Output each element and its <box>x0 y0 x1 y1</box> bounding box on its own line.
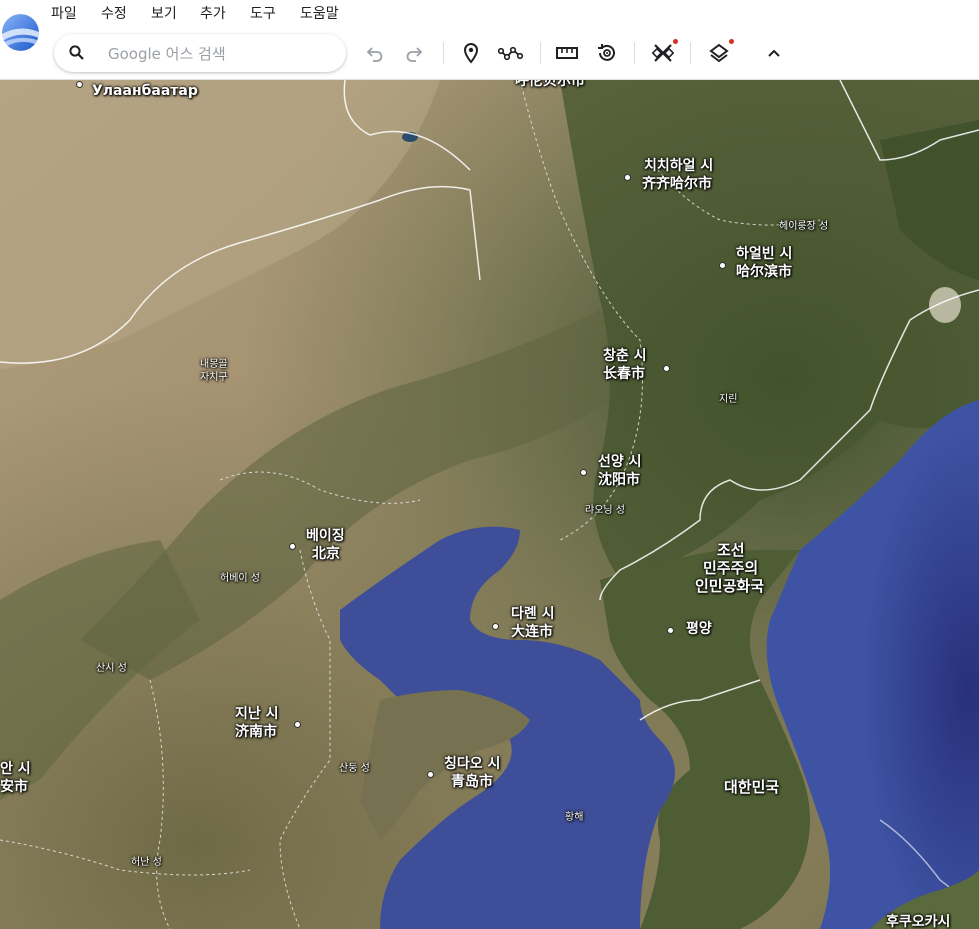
city-dot <box>624 174 631 181</box>
redo-button[interactable] <box>400 39 428 67</box>
label-hulunbuir: 呼伦贝尔市 <box>515 80 585 89</box>
toolbar-divider <box>690 42 691 64</box>
label-dalian-ko: 다롄 시 <box>511 606 555 622</box>
menu-add[interactable]: 추가 <box>200 3 226 23</box>
menu-view[interactable]: 보기 <box>151 3 177 23</box>
city-dot <box>427 771 434 778</box>
satellite-map[interactable]: Улаанбаатар 呼伦贝尔市 치치하얼 시 齐齐哈尔市 헤이룽장 성 하얼… <box>0 80 979 929</box>
satellite-tool-icon <box>652 44 674 62</box>
label-dprk-1: 조선 <box>717 541 745 559</box>
label-shenyang-zh: 沈阳市 <box>598 472 640 488</box>
search-box[interactable] <box>54 34 346 72</box>
notification-dot <box>729 39 734 44</box>
city-dot <box>663 365 670 372</box>
label-ulaanbaatar: Улаанбаатар <box>92 83 198 99</box>
label-beijing-ko: 베이징 <box>306 528 345 544</box>
city-dot <box>289 543 296 550</box>
label-jinan-zh: 济南市 <box>235 724 277 740</box>
toolbar-divider <box>634 42 635 64</box>
label-jilin: 지린 <box>719 394 738 405</box>
menu-help[interactable]: 도움말 <box>300 3 339 23</box>
label-dalian-zh: 大连市 <box>511 624 553 640</box>
label-beijing-zh: 北京 <box>312 546 340 562</box>
google-earth-logo[interactable] <box>2 14 39 51</box>
history-icon <box>598 44 615 61</box>
city-dot <box>667 627 674 634</box>
label-qingdao-ko: 칭다오 시 <box>444 756 501 772</box>
search-icon <box>68 44 86 62</box>
city-dot <box>580 469 587 476</box>
city-dot <box>294 721 301 728</box>
label-jinan-ko: 지난 시 <box>235 706 279 722</box>
city-dot <box>719 262 726 269</box>
label-pyongyang: 평양 <box>686 621 712 637</box>
label-innermongolia-1: 내몽골 <box>200 359 228 370</box>
label-qiqihar-ko: 치치하얼 시 <box>644 158 714 174</box>
notification-dot <box>673 39 678 44</box>
label-henan: 허난 성 <box>131 857 162 868</box>
label-fukuoka: 후쿠오카시 <box>886 914 951 929</box>
label-liaoning: 랴오닝 성 <box>585 505 625 516</box>
undo-button[interactable] <box>361 39 389 67</box>
path-icon <box>498 46 524 61</box>
label-dprk-3: 인민공화국 <box>695 577 765 595</box>
city-dot <box>492 623 499 630</box>
label-innermongolia-2: 자치구 <box>200 372 228 383</box>
layers-icon <box>709 43 729 63</box>
menu-bar: 파일 수정 보기 추가 도구 도움말 <box>0 0 979 28</box>
add-placemark-button[interactable] <box>457 39 485 67</box>
label-xian-zh: 安市 <box>0 779 28 795</box>
terrain-imagery <box>0 80 979 929</box>
city-dot <box>76 81 83 88</box>
label-dprk-2: 민주주의 <box>703 559 759 577</box>
menu-tools[interactable]: 도구 <box>250 3 276 23</box>
collapse-toolbar-button[interactable] <box>760 39 788 67</box>
label-yellow-sea: 황해 <box>565 812 584 823</box>
label-qingdao-zh: 青岛市 <box>451 774 493 790</box>
measure-button[interactable] <box>553 39 581 67</box>
placemark-icon <box>463 42 479 64</box>
menu-file[interactable]: 파일 <box>51 3 77 23</box>
label-harbin-zh: 哈尔滨市 <box>736 264 792 280</box>
toolbar-divider <box>540 42 541 64</box>
label-xian-ko: 안 시 <box>0 761 31 777</box>
undo-icon <box>366 47 383 62</box>
label-qiqihar-zh: 齐齐哈尔市 <box>642 176 712 192</box>
label-harbin-ko: 하얼빈 시 <box>736 246 793 262</box>
label-shanxi: 산시 성 <box>96 663 127 674</box>
label-hebei: 허베이 성 <box>220 573 260 584</box>
search-input[interactable] <box>106 40 330 68</box>
ruler-icon <box>556 47 578 59</box>
label-shandong: 산둥 성 <box>339 763 370 774</box>
label-shenyang-ko: 선양 시 <box>598 454 642 470</box>
label-changchun-zh: 长春市 <box>603 366 645 382</box>
label-rok: 대한민국 <box>724 778 780 796</box>
add-path-button[interactable] <box>497 39 525 67</box>
historical-imagery-button[interactable] <box>593 39 621 67</box>
toolbar-divider <box>443 42 444 64</box>
redo-icon <box>406 47 423 62</box>
label-changchun-ko: 창춘 시 <box>603 348 647 364</box>
menu-edit[interactable]: 수정 <box>101 3 127 23</box>
label-heilongjiang: 헤이룽장 성 <box>779 221 829 232</box>
collapse-icon <box>768 49 780 57</box>
